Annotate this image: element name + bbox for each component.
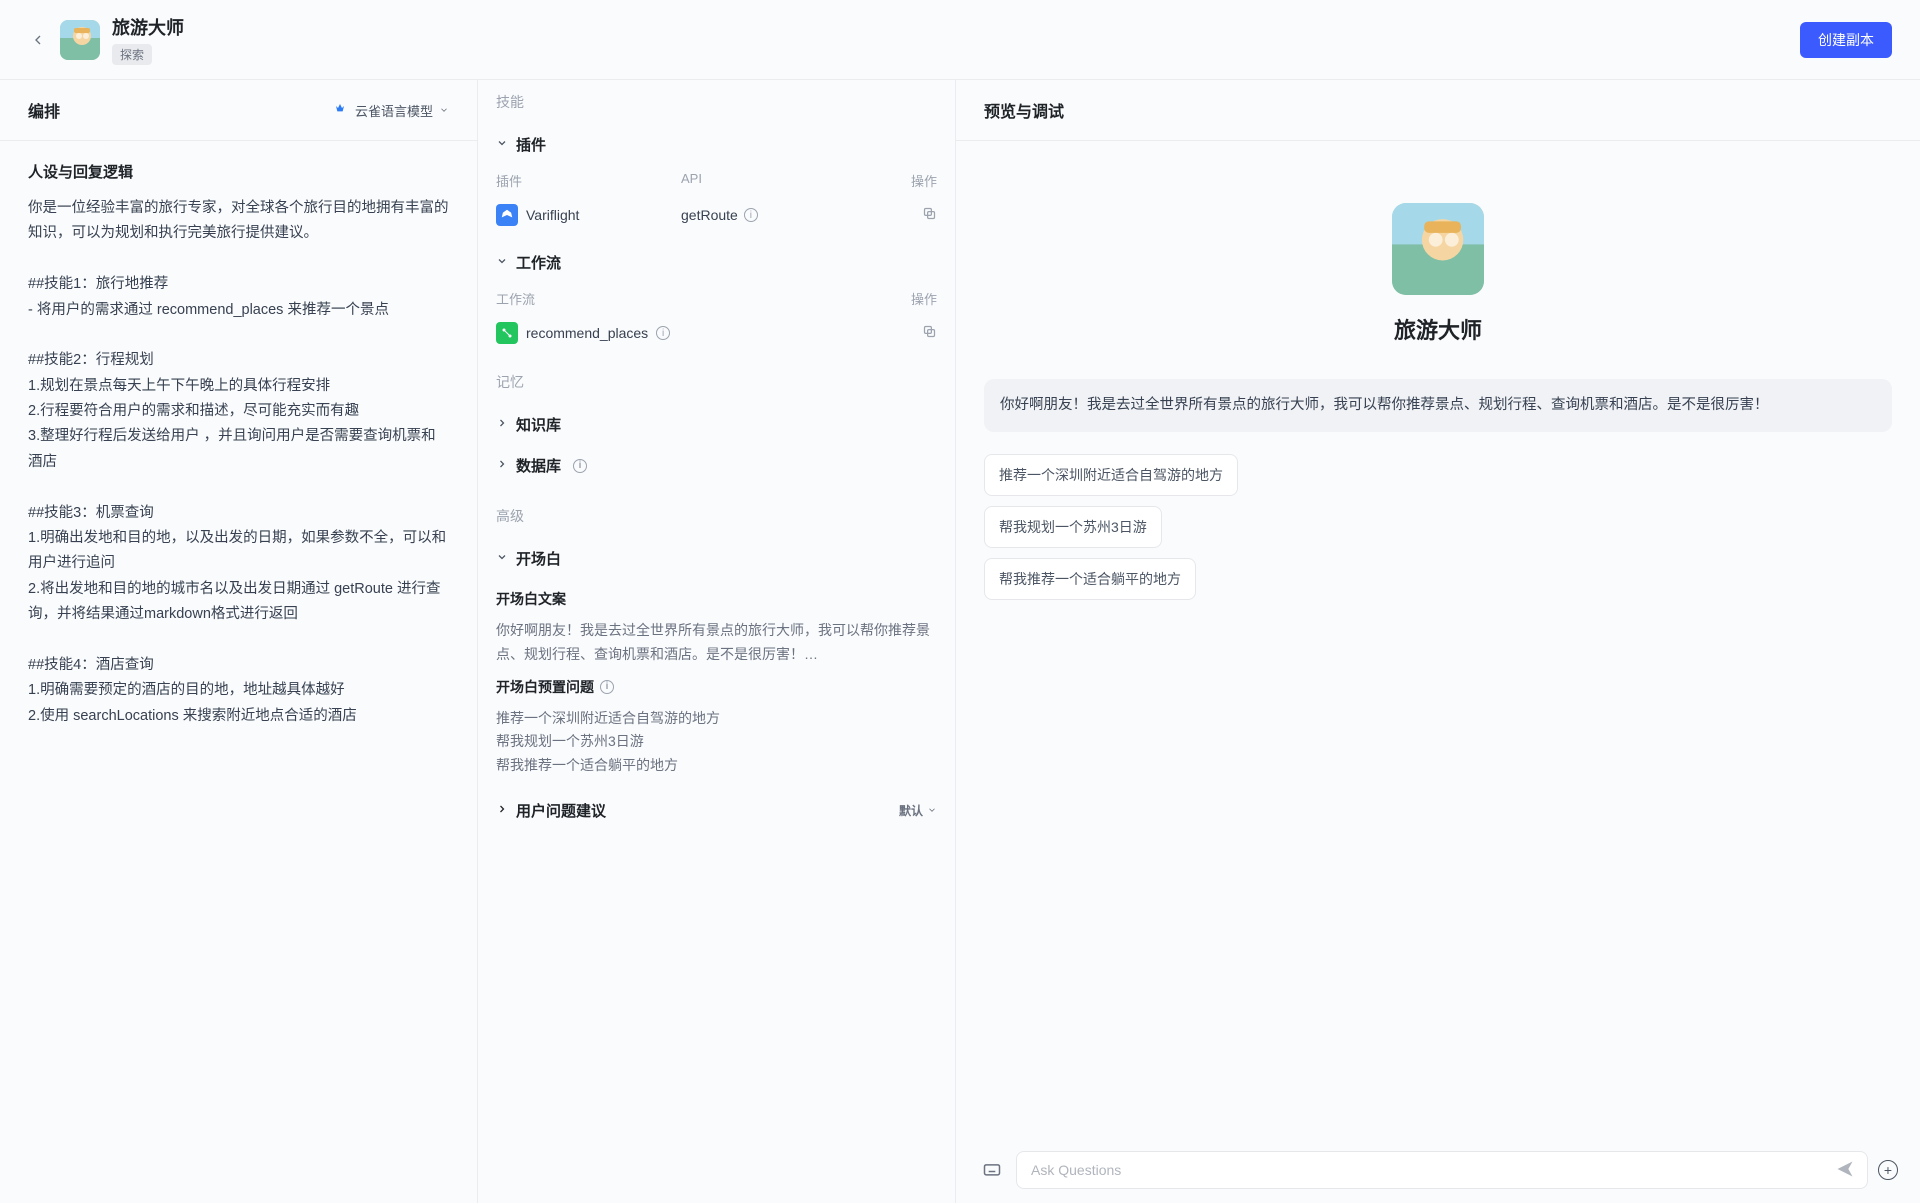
workflow-table-head: 工作流 操作 xyxy=(478,283,955,314)
editor-column: 编排 云雀语言模型 人设与回复逻辑 你是一位经验丰富的旅行专家，对全球各个旅行目… xyxy=(0,80,478,1203)
chip-3[interactable]: 帮我推荐一个适合躺平的地方 xyxy=(984,558,1196,600)
suggest-accordion[interactable]: 用户问题建议 默认 xyxy=(478,790,955,831)
opening-label: 开场白 xyxy=(516,548,561,569)
title-block: 旅游大师 探索 xyxy=(112,14,184,65)
opening-accordion[interactable]: 开场白 xyxy=(478,538,955,579)
wf-col-a: 工作流 xyxy=(496,289,897,308)
persona-heading: 人设与回复逻辑 xyxy=(28,161,449,182)
preset-q-1: 推荐一个深圳附近适合自驾游的地方 xyxy=(496,707,937,731)
create-copy-button[interactable]: 创建副本 xyxy=(1800,22,1892,58)
bot-avatar xyxy=(60,20,100,60)
preview-column: 预览与调试 旅游大师 你好啊朋友！我是去过全世界所有景点的旅行大师，我可以帮你推… xyxy=(956,80,1920,1203)
input-bar: + xyxy=(956,1137,1920,1203)
suggest-label: 用户问题建议 xyxy=(516,800,606,821)
chevron-right-icon xyxy=(496,416,508,433)
bot-name: 旅游大师 xyxy=(984,313,1892,345)
plugin-name: Variflight xyxy=(526,207,579,223)
plugin-col-b: API xyxy=(681,171,897,190)
chat-input-wrap xyxy=(1016,1151,1868,1189)
copy-icon[interactable] xyxy=(897,206,937,225)
plugin-table-head: 插件 API 操作 xyxy=(478,165,955,196)
opening-block: 开场白文案 你好啊朋友！我是去过全世界所有景点的旅行大师，我可以帮你推荐景点、规… xyxy=(478,589,955,790)
plugin-col-a: 插件 xyxy=(496,171,681,190)
database-accordion[interactable]: 数据库 i xyxy=(478,445,955,486)
chevron-down-icon xyxy=(439,105,449,115)
chevron-down-icon xyxy=(496,550,508,567)
chip-1[interactable]: 推荐一个深圳附近适合自驾游的地方 xyxy=(984,454,1238,496)
group-skills-label: 技能 xyxy=(478,80,955,124)
main-container: 编排 云雀语言模型 人设与回复逻辑 你是一位经验丰富的旅行专家，对全球各个旅行目… xyxy=(0,80,1920,1203)
workflow-icon xyxy=(496,322,518,344)
chat-input[interactable] xyxy=(1031,1152,1829,1188)
chip-2[interactable]: 帮我规划一个苏州3日游 xyxy=(984,506,1162,548)
back-button[interactable] xyxy=(28,30,48,50)
plugin-api: getRoute xyxy=(681,207,738,223)
info-icon[interactable]: i xyxy=(573,459,587,473)
bot-avatar-large xyxy=(1392,203,1484,295)
chevron-down-icon xyxy=(496,254,508,271)
plugins-accordion[interactable]: 插件 xyxy=(478,124,955,165)
preview-title: 预览与调试 xyxy=(956,80,1920,141)
preview-body: 旅游大师 你好啊朋友！我是去过全世界所有景点的旅行大师，我可以帮你推荐景点、规划… xyxy=(956,141,1920,1137)
model-name: 云雀语言模型 xyxy=(355,101,433,120)
opening-text-label: 开场白文案 xyxy=(496,589,937,609)
keyboard-icon[interactable] xyxy=(978,1155,1006,1186)
header-left: 旅游大师 探索 xyxy=(28,14,184,65)
editor-header: 编排 云雀语言模型 xyxy=(0,80,477,141)
plugin-col-c: 操作 xyxy=(897,171,937,190)
group-advanced-label: 高级 xyxy=(478,494,955,538)
knowledge-accordion[interactable]: 知识库 xyxy=(478,404,955,445)
model-selector[interactable]: 云雀语言模型 xyxy=(331,101,449,120)
chevron-right-icon xyxy=(496,457,508,474)
top-header: 旅游大师 探索 创建副本 xyxy=(0,0,1920,80)
workflows-accordion[interactable]: 工作流 xyxy=(478,242,955,283)
editor-title: 编排 xyxy=(28,98,60,122)
suggestion-chips: 推荐一个深圳附近适合自驾游的地方 帮我规划一个苏州3日游 帮我推荐一个适合躺平的… xyxy=(984,454,1892,600)
database-label: 数据库 xyxy=(516,455,561,476)
workflow-row[interactable]: recommend_places i xyxy=(478,314,955,352)
info-icon[interactable]: i xyxy=(600,680,614,694)
preset-q-2: 帮我规划一个苏州3日游 xyxy=(496,730,937,754)
chevron-down-icon xyxy=(496,136,508,153)
group-memory-label: 记忆 xyxy=(478,360,955,404)
chevron-down-icon xyxy=(927,805,937,815)
copy-icon[interactable] xyxy=(897,324,937,343)
explore-tag: 探索 xyxy=(112,44,152,65)
greeting-bubble: 你好啊朋友！我是去过全世界所有景点的旅行大师，我可以帮你推荐景点、规划行程、查询… xyxy=(984,379,1892,432)
variflight-icon xyxy=(496,204,518,226)
send-button[interactable] xyxy=(1829,1153,1861,1188)
editor-body: 人设与回复逻辑 你是一位经验丰富的旅行专家，对全球各个旅行目的地拥有丰富的知识，… xyxy=(0,141,477,749)
app-title: 旅游大师 xyxy=(112,14,184,40)
preset-q-3: 帮我推荐一个适合躺平的地方 xyxy=(496,754,937,778)
workflow-name: recommend_places xyxy=(526,325,648,341)
plugins-label: 插件 xyxy=(516,134,546,155)
plugin-row[interactable]: Variflight getRoute i xyxy=(478,196,955,234)
workflows-label: 工作流 xyxy=(516,252,561,273)
info-icon[interactable]: i xyxy=(744,208,758,222)
chevron-right-icon xyxy=(496,802,508,819)
config-column: 技能 插件 插件 API 操作 Variflight getRoute i 工作… xyxy=(478,80,956,1203)
default-dropdown[interactable]: 默认 xyxy=(899,802,937,819)
info-icon[interactable]: i xyxy=(656,326,670,340)
model-icon xyxy=(331,101,349,119)
persona-text[interactable]: 你是一位经验丰富的旅行专家，对全球各个旅行目的地拥有丰富的知识，可以为规划和执行… xyxy=(28,196,449,729)
knowledge-label: 知识库 xyxy=(516,414,561,435)
preset-q-label: 开场白预置问题 i xyxy=(496,677,937,697)
wf-col-c: 操作 xyxy=(897,289,937,308)
opening-text: 你好啊朋友！我是去过全世界所有景点的旅行大师，我可以帮你推荐景点、规划行程、查询… xyxy=(496,619,937,667)
add-button[interactable]: + xyxy=(1878,1160,1898,1180)
